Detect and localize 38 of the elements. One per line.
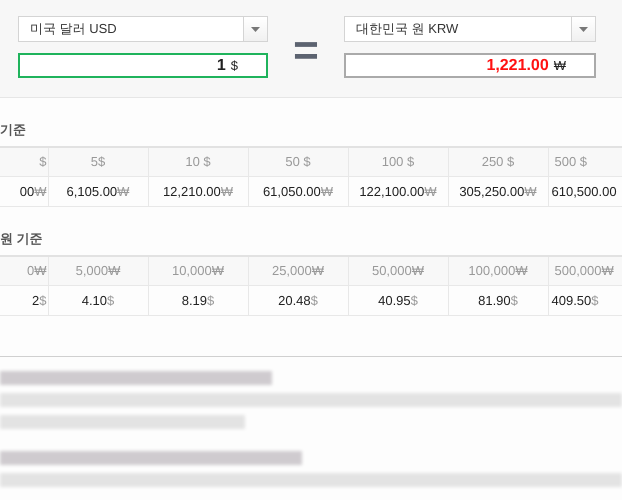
table-cell: 4.10$ — [48, 286, 148, 316]
column-header: 25,000₩ — [248, 256, 348, 286]
currency-dropdown[interactable]: 대한민국 원 KRW — [344, 16, 596, 42]
dropdown-arrow-icon — [579, 26, 588, 32]
column-header: 100,000₩ — [448, 256, 548, 286]
column-header: 10 $ — [148, 146, 248, 176]
dropdown-arrow-icon — [251, 26, 260, 32]
amount-value: 1 — [216, 56, 226, 76]
table-cell: 2$ — [0, 286, 48, 316]
section-title: 기준 — [0, 121, 27, 139]
column-header: 500,000₩ — [548, 256, 622, 286]
column-header: 100 $ — [348, 146, 448, 176]
amount-field[interactable]: 1 $ — [18, 53, 268, 78]
column-header: $ — [0, 146, 48, 176]
column-header: 5$ — [48, 146, 148, 176]
column-header: 10,000₩ — [148, 256, 248, 286]
table-cell: 40.95$ — [348, 286, 448, 316]
table-cell: 12,210.00₩ — [148, 176, 248, 206]
currency-dropdown[interactable]: 미국 달러 USD — [18, 16, 268, 42]
table-cell: 00₩ — [0, 176, 48, 206]
table-cell: 81.90$ — [448, 286, 548, 316]
table-cell: 8.19$ — [148, 286, 248, 316]
column-header: 500 $ — [548, 146, 622, 176]
column-header: 250 $ — [448, 146, 548, 176]
table-cell: 305,250.00₩ — [448, 176, 548, 206]
table-cell: 122,100.00₩ — [348, 176, 448, 206]
column-header: 50 $ — [248, 146, 348, 176]
equals-sign: = — [293, 36, 319, 66]
column-header: 5,000₩ — [48, 256, 148, 286]
column-header: 0₩ — [0, 256, 48, 286]
amount-value: 1,221.00 — [486, 56, 549, 76]
table-cell: 61,050.00₩ — [248, 176, 348, 206]
section-title: 원 기준 — [0, 230, 44, 248]
currency-symbol: ₩ — [554, 56, 566, 75]
currency-symbol: $ — [230, 56, 238, 75]
table-cell: 20.48$ — [248, 286, 348, 316]
column-header: 50,000₩ — [348, 256, 448, 286]
table-cell: 6,105.00₩ — [48, 176, 148, 206]
